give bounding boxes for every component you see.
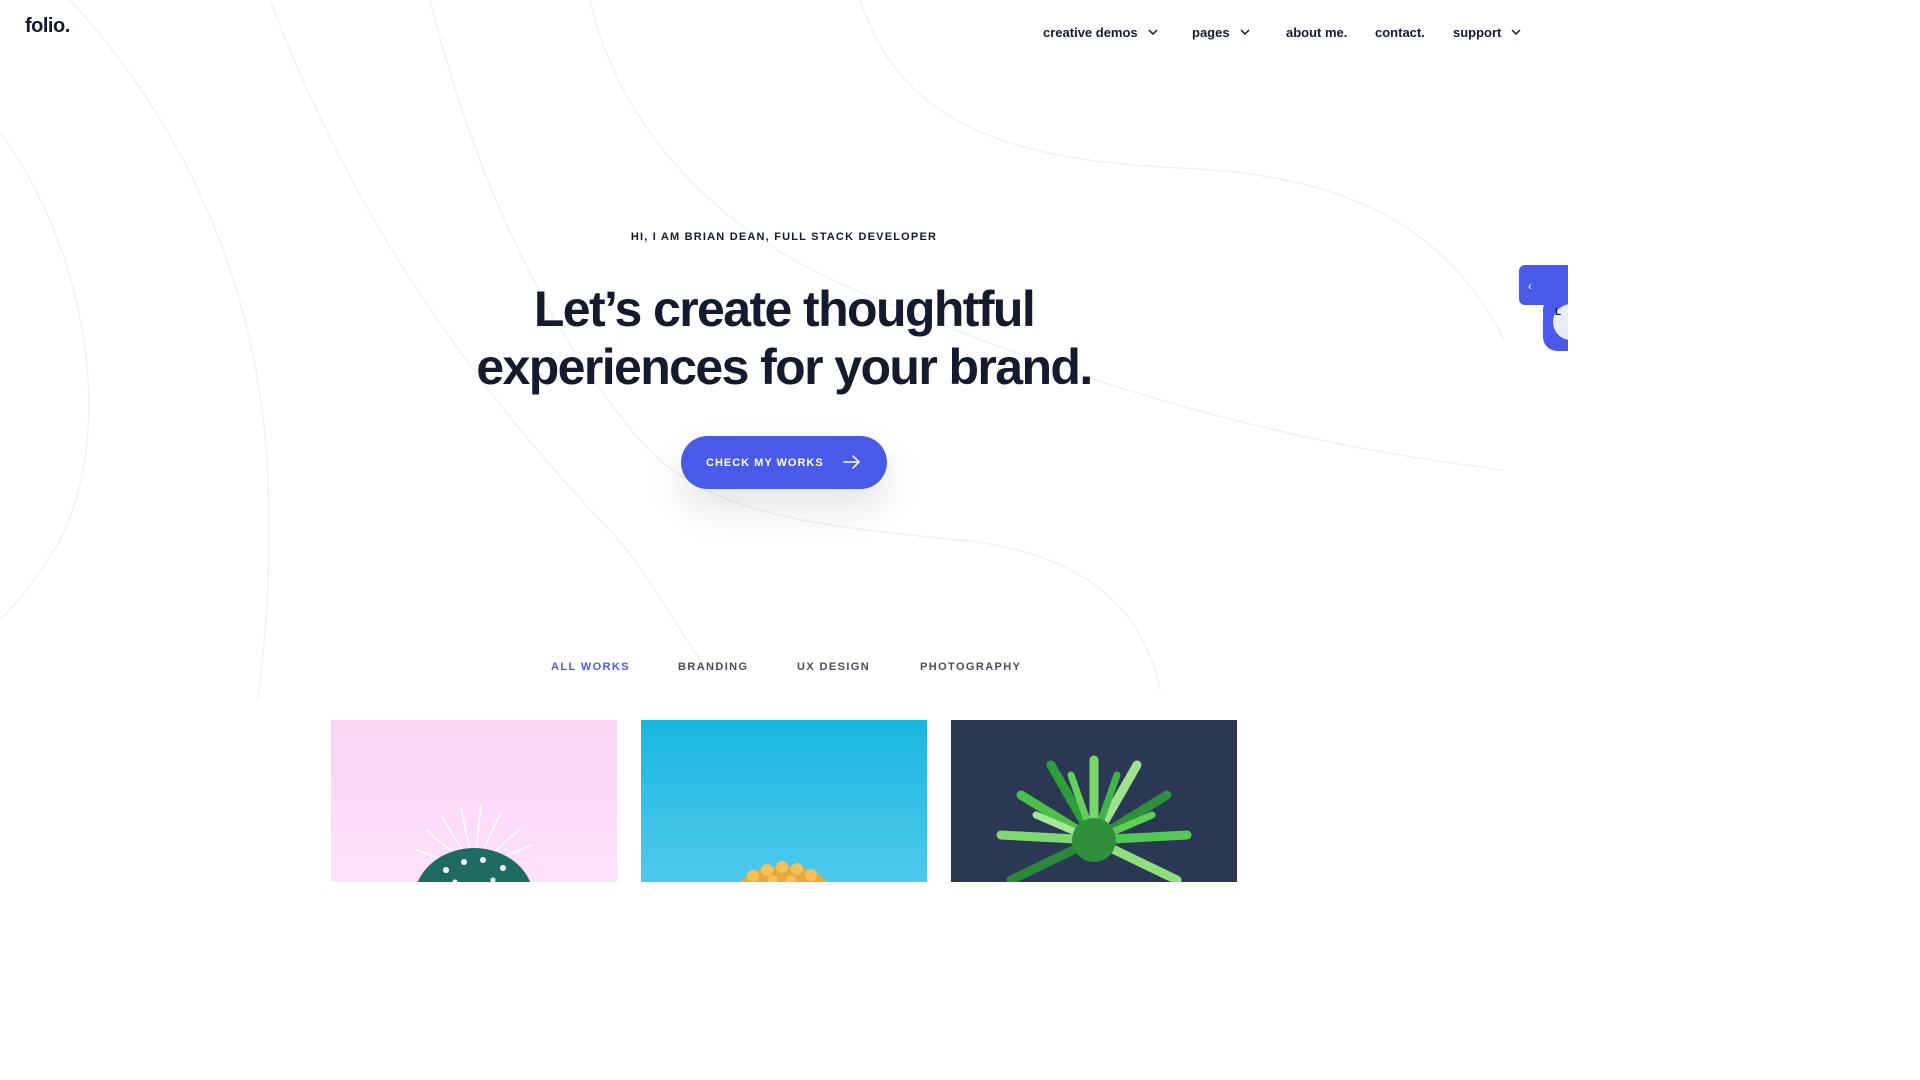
page: folio. creative demos pages about me. co… <box>0 0 1568 882</box>
straws-image <box>996 755 1192 882</box>
nav-item-contact[interactable]: contact. <box>1375 24 1425 40</box>
avatar-letter: L <box>1555 307 1562 318</box>
nav-label: contact. <box>1375 24 1425 40</box>
portfolio-card-cereal[interactable] <box>641 720 927 882</box>
chevron-left-icon: ‹ <box>1528 279 1532 293</box>
cta-label: CHECK MY WORKS <box>706 456 824 469</box>
hero-title: Let’s create thoughtful experiences for … <box>0 280 1568 396</box>
filter-all-works[interactable]: ALL WORKS <box>551 661 630 673</box>
nav-label: pages <box>1192 24 1230 40</box>
arrow-right-icon <box>843 455 860 469</box>
nav-label: support <box>1453 24 1502 40</box>
nav-item-about-me[interactable]: about me. <box>1286 24 1347 40</box>
hero-title-line-1: Let’s create thoughtful <box>533 281 1036 337</box>
filter-ux-design[interactable]: UX DESIGN <box>797 661 870 673</box>
check-my-works-button[interactable]: CHECK MY WORKS <box>681 436 887 489</box>
filter-branding[interactable]: BRANDING <box>678 661 748 673</box>
hero-eyebrow: HI, I AM BRIAN DEAN, FULL STACK DEVELOPE… <box>630 231 938 243</box>
nav-item-pages[interactable]: pages <box>1192 24 1250 40</box>
side-chat-widget[interactable]: L <box>1543 296 1568 351</box>
filter-photography[interactable]: PHOTOGRAPHY <box>920 661 1021 673</box>
site-logo[interactable]: folio. <box>25 15 70 38</box>
hero-title-line-2: experiences for your brand. <box>476 339 1093 395</box>
nav-label: about me. <box>1286 24 1348 40</box>
chevron-down-icon <box>1148 29 1158 35</box>
chevron-down-icon <box>1240 29 1250 35</box>
cereal-image <box>740 861 828 882</box>
nav-item-support[interactable]: support <box>1453 24 1521 40</box>
portfolio-card-straws[interactable] <box>951 720 1237 882</box>
nav-label: creative demos <box>1043 24 1138 40</box>
chevron-down-icon <box>1511 29 1521 35</box>
portfolio-card-cactus[interactable] <box>331 720 617 882</box>
cactus-image <box>415 804 532 882</box>
site-header: folio. creative demos pages about me. co… <box>0 0 1568 64</box>
nav-item-creative-demos[interactable]: creative demos <box>1043 24 1158 40</box>
